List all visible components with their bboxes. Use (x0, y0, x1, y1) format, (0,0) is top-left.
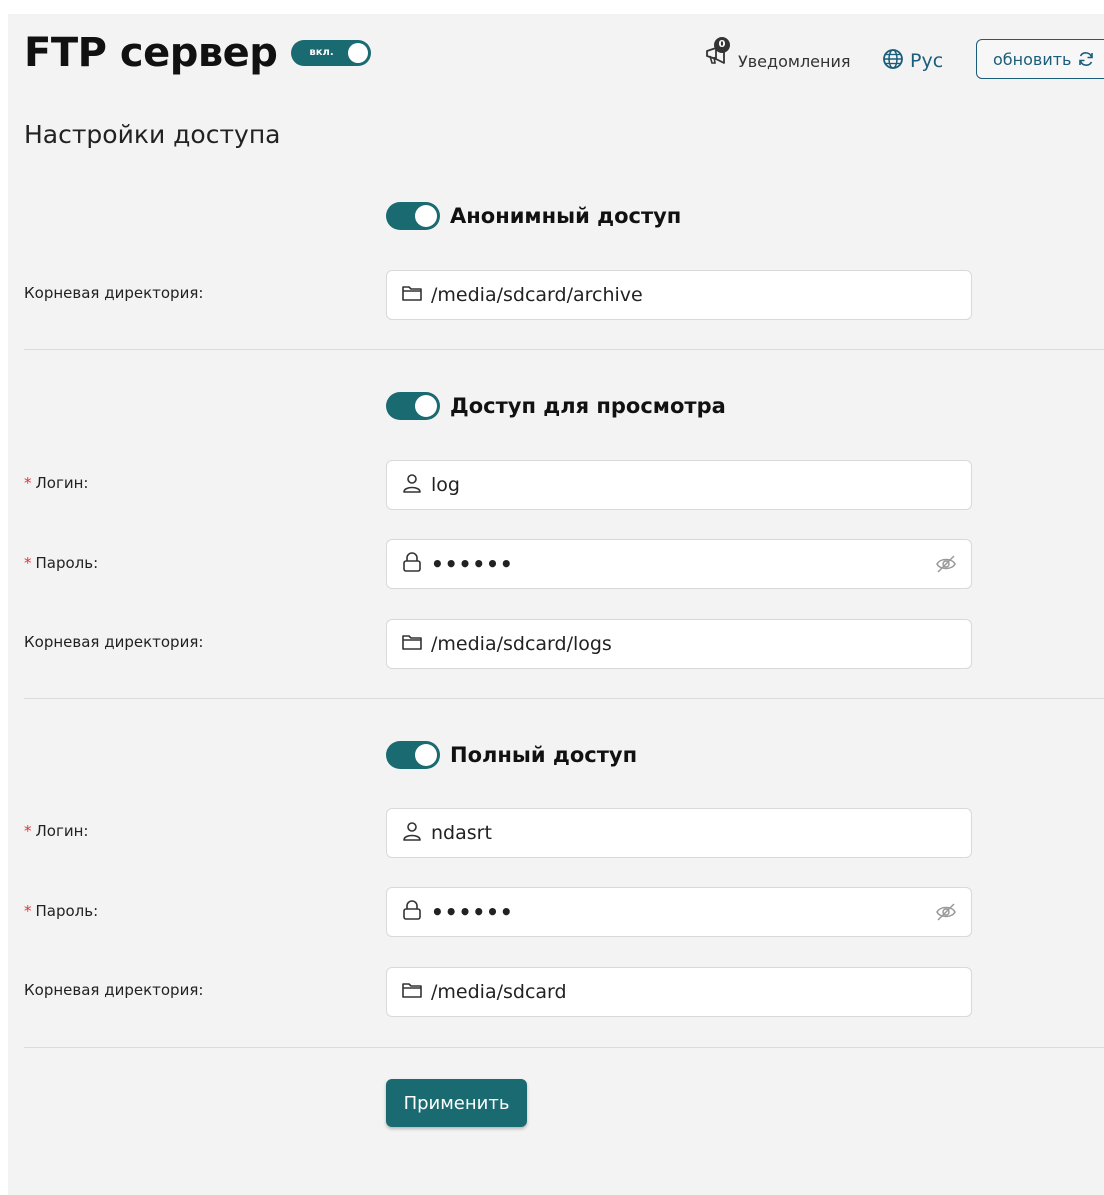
view-root-value: /media/sdcard/logs (431, 633, 612, 655)
full-password-value: •••••• (431, 900, 514, 924)
view-root-input[interactable]: /media/sdcard/logs (386, 619, 972, 669)
apply-button[interactable]: Применить (386, 1079, 527, 1127)
language-label: Рус (910, 50, 944, 72)
full-password-input[interactable]: •••••• (386, 887, 972, 937)
required-mark: * (24, 474, 32, 492)
globe-icon (882, 48, 904, 74)
anonymous-root-input[interactable]: /media/sdcard/archive (386, 270, 972, 320)
divider (24, 349, 1104, 350)
required-mark: * (24, 554, 32, 572)
ftp-server-toggle[interactable]: вкл. (291, 40, 372, 66)
full-login-label: * Логин: (24, 822, 89, 840)
view-password-input[interactable]: •••••• (386, 539, 972, 589)
view-access-header: Доступ для просмотра (386, 392, 726, 420)
anonymous-access-header: Анонимный доступ (386, 202, 681, 230)
refresh-label: обновить (993, 49, 1072, 69)
view-login-value: log (431, 474, 460, 496)
view-login-input[interactable]: log (386, 460, 972, 510)
full-root-input[interactable]: /media/sdcard (386, 967, 972, 1017)
user-icon (401, 472, 423, 498)
full-login-input[interactable]: ndasrt (386, 808, 972, 858)
anonymous-root-label: Корневая директория: (24, 284, 204, 302)
folder-icon (401, 980, 423, 1004)
required-mark: * (24, 822, 32, 840)
lock-icon (401, 551, 423, 577)
toggle-knob (415, 744, 437, 766)
view-root-label: Корневая директория: (24, 633, 204, 651)
anonymous-root-value: /media/sdcard/archive (431, 284, 643, 306)
megaphone-icon: 0 (704, 36, 732, 67)
folder-icon (401, 283, 423, 307)
eye-off-icon[interactable] (935, 554, 957, 578)
full-access-title: Полный доступ (450, 743, 638, 767)
refresh-button[interactable]: обновить (976, 39, 1104, 79)
toggle-knob (415, 205, 437, 227)
toggle-knob (348, 43, 369, 63)
section-subtitle: Настройки доступа (24, 120, 281, 149)
full-login-value: ndasrt (431, 822, 492, 844)
required-mark: * (24, 902, 32, 920)
divider (24, 1047, 1104, 1048)
full-access-header: Полный доступ (386, 741, 637, 769)
eye-off-icon[interactable] (935, 902, 957, 926)
title-row: FTP сервер вкл. (24, 30, 372, 76)
language-selector[interactable]: Рус (882, 48, 943, 74)
view-password-label: * Пароль: (24, 554, 99, 572)
full-root-label: Корневая директория: (24, 981, 204, 999)
notifications-button[interactable]: 0 Уведомления (704, 34, 851, 71)
anonymous-access-toggle[interactable] (386, 202, 440, 230)
refresh-icon (1077, 50, 1095, 68)
notifications-label: Уведомления (738, 52, 851, 71)
folder-icon (401, 632, 423, 656)
divider (24, 698, 1104, 699)
full-access-toggle[interactable] (386, 741, 440, 769)
view-password-value: •••••• (431, 552, 514, 576)
toggle-knob (415, 395, 437, 417)
view-access-title: Доступ для просмотра (450, 394, 726, 418)
ftp-server-toggle-label: вкл. (309, 47, 334, 58)
user-icon (401, 820, 423, 846)
anonymous-access-title: Анонимный доступ (450, 204, 682, 228)
full-root-value: /media/sdcard (431, 981, 567, 1003)
page-panel (8, 14, 1104, 1195)
page-title: FTP сервер (24, 30, 278, 76)
view-access-toggle[interactable] (386, 392, 440, 420)
view-login-label: * Логин: (24, 474, 89, 492)
lock-icon (401, 899, 423, 925)
notifications-badge: 0 (714, 36, 730, 53)
full-password-label: * Пароль: (24, 902, 99, 920)
